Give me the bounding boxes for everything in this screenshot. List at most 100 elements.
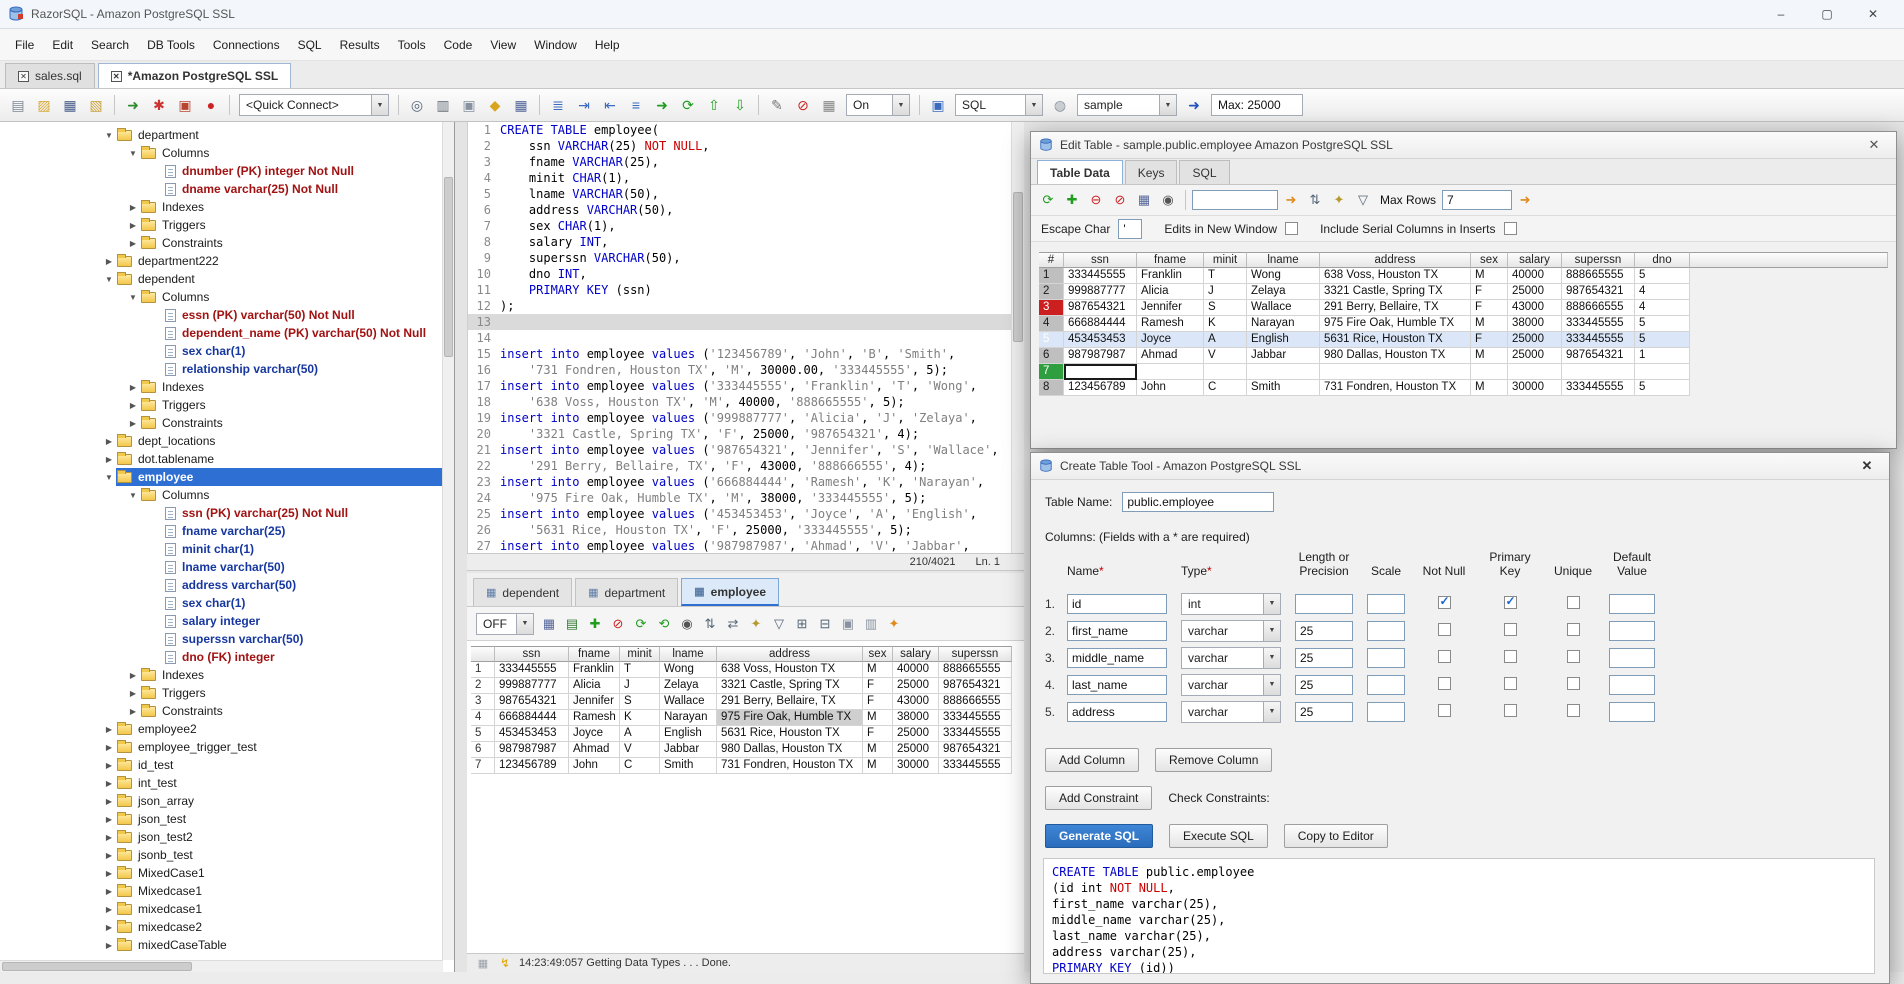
save-icon[interactable]: ▦	[58, 93, 82, 117]
database-icon[interactable]: ◍	[1048, 93, 1072, 117]
tree-item-columns[interactable]: ▼Columns	[0, 486, 442, 504]
column-type-combo[interactable]: varchar▼	[1181, 647, 1281, 669]
data-cell[interactable]: 291 Berry, Bellaire, TX	[717, 694, 863, 710]
edit-dialog-title-bar[interactable]: Edit Table - sample.public.employee Amaz…	[1031, 132, 1896, 159]
data-cell[interactable]: Alicia	[1137, 284, 1204, 300]
chevron-down-icon[interactable]: ▼	[1025, 95, 1042, 115]
tab-close-icon[interactable]: ✕	[18, 71, 29, 82]
data-cell[interactable]	[1508, 364, 1562, 380]
menu-item-window[interactable]: Window	[525, 33, 586, 57]
edit-grid-column-header[interactable]: superssn	[1562, 252, 1635, 268]
data-cell[interactable]: 333445555	[939, 758, 1012, 774]
row-number-cell[interactable]: 6	[471, 742, 495, 758]
default-value-input[interactable]	[1609, 594, 1655, 614]
row-number-cell[interactable]: 4	[471, 710, 495, 726]
data-cell[interactable]: 987654321	[495, 694, 569, 710]
new-file-icon[interactable]: ▤	[6, 93, 30, 117]
next-sql-icon[interactable]: ⇩	[728, 93, 752, 117]
data-cell[interactable]: 731 Fondren, Houston TX	[1320, 380, 1471, 396]
data-cell[interactable]: C	[620, 758, 660, 774]
data-cell[interactable]: M	[1471, 348, 1508, 364]
data-cell[interactable]: 30000	[893, 758, 939, 774]
data-cell[interactable]: Ramesh	[1137, 316, 1204, 332]
data-cell[interactable]: English	[1247, 332, 1320, 348]
data-cell[interactable]: 25000	[1508, 348, 1562, 364]
tree-item-mixedcase1[interactable]: ▶MixedCase1	[0, 864, 442, 882]
column-type-combo[interactable]: varchar▼	[1181, 620, 1281, 642]
data-cell[interactable]	[1635, 364, 1690, 380]
create-dialog-close-icon[interactable]: ✕	[1853, 458, 1881, 474]
edit-grid-column-header[interactable]: lname	[1247, 252, 1320, 268]
binoculars-icon[interactable]: ◉	[1157, 189, 1179, 211]
data-cell[interactable]: 666884444	[1064, 316, 1137, 332]
disconnect-icon[interactable]: ●	[199, 93, 223, 117]
wrap-lines-icon[interactable]: ≡	[624, 93, 648, 117]
tree-item-mixedcase1[interactable]: ▶Mixedcase1	[0, 882, 442, 900]
tree-item-fname[interactable]: fname varchar(25)	[0, 522, 442, 540]
collapsed-arrow-icon[interactable]: ▶	[102, 743, 116, 752]
data-cell[interactable]: 333445555	[1562, 332, 1635, 348]
open-folder-icon[interactable]: ▨	[32, 93, 56, 117]
expanded-arrow-icon[interactable]: ▼	[102, 473, 116, 482]
data-cell[interactable]: 888666555	[1562, 300, 1635, 316]
tab-sql[interactable]: SQL	[1179, 160, 1229, 184]
tree-item-lname[interactable]: lname varchar(50)	[0, 558, 442, 576]
data-cell[interactable]: 453453453	[495, 726, 569, 742]
tree-item-employee[interactable]: ▼employee	[0, 468, 442, 486]
scale-input[interactable]	[1367, 648, 1405, 668]
tree-horizontal-scrollbar-thumb[interactable]	[2, 962, 192, 971]
scale-input[interactable]	[1367, 594, 1405, 614]
data-cell[interactable]	[1247, 364, 1320, 380]
minimize-button[interactable]: –	[1758, 0, 1804, 28]
fetch-more-icon[interactable]: ⟲	[653, 613, 675, 635]
unique-checkbox[interactable]	[1567, 677, 1580, 690]
tree-item-indexes[interactable]: ▶Indexes	[0, 666, 442, 684]
binoculars-icon[interactable]: ◉	[676, 613, 698, 635]
data-cell[interactable]: 333445555	[1562, 380, 1635, 396]
chevron-down-icon[interactable]: ▼	[1263, 594, 1280, 614]
menu-item-search[interactable]: Search	[82, 33, 138, 57]
expanded-arrow-icon[interactable]: ▼	[126, 149, 140, 158]
save-icon[interactable]: ▦	[1133, 189, 1155, 211]
primary-key-checkbox[interactable]	[1504, 704, 1517, 717]
data-cell[interactable]: 975 Fire Oak, Humble TX	[717, 710, 863, 726]
tab-table-data[interactable]: Table Data	[1037, 160, 1123, 184]
row-marker-cell[interactable]: 2	[1039, 284, 1064, 300]
tree-item-json_test[interactable]: ▶json_test	[0, 810, 442, 828]
collapsed-arrow-icon[interactable]: ▶	[126, 707, 140, 716]
data-cell[interactable]: Ahmad	[1137, 348, 1204, 364]
filter-icon[interactable]: ▽	[1352, 189, 1374, 211]
length-input[interactable]	[1295, 594, 1353, 614]
column-type-combo[interactable]: varchar▼	[1181, 674, 1281, 696]
data-cell[interactable]: 291 Berry, Bellaire, TX	[1320, 300, 1471, 316]
row-number-cell[interactable]: 3	[471, 694, 495, 710]
unique-checkbox[interactable]	[1567, 650, 1580, 663]
copy-icon[interactable]: ▣	[837, 613, 859, 635]
data-cell[interactable]: S	[1204, 300, 1247, 316]
collapsed-arrow-icon[interactable]: ▶	[102, 815, 116, 824]
maximize-button[interactable]: ▢	[1804, 0, 1850, 28]
copy-to-editor-button[interactable]: Copy to Editor	[1284, 824, 1388, 848]
create-dialog-title-bar[interactable]: Create Table Tool - Amazon PostgreSQL SS…	[1031, 453, 1889, 480]
row-marker-cell[interactable]: 1	[1039, 268, 1064, 284]
column-name-input[interactable]	[1067, 675, 1167, 695]
doc-tab[interactable]: ✕*Amazon PostgreSQL SSL	[98, 63, 291, 88]
edit-grid-column-header[interactable]: ssn	[1064, 252, 1137, 268]
data-cell[interactable]: 731 Fondren, Houston TX	[717, 758, 863, 774]
collapsed-arrow-icon[interactable]: ▶	[126, 221, 140, 230]
expanded-arrow-icon[interactable]: ▼	[102, 275, 116, 284]
data-cell[interactable]: 5631 Rice, Houston TX	[717, 726, 863, 742]
data-cell[interactable]: Wallace	[1247, 300, 1320, 316]
data-cell[interactable]: Wong	[660, 662, 717, 678]
results-column-header[interactable]: fname	[569, 646, 620, 662]
data-cell[interactable]	[1137, 364, 1204, 380]
data-cell[interactable]: Narayan	[1247, 316, 1320, 332]
execute-sql-button[interactable]: Execute SQL	[1169, 824, 1268, 848]
column-type-combo[interactable]: varchar▼	[1181, 701, 1281, 723]
tree-item-essn[interactable]: essn (PK) varchar(50) Not Null	[0, 306, 442, 324]
edit-grid-column-header[interactable]: minit	[1204, 252, 1247, 268]
scale-input[interactable]	[1367, 702, 1405, 722]
chevron-down-icon[interactable]: ▼	[371, 95, 388, 115]
data-cell[interactable]: K	[620, 710, 660, 726]
menu-item-help[interactable]: Help	[586, 33, 629, 57]
